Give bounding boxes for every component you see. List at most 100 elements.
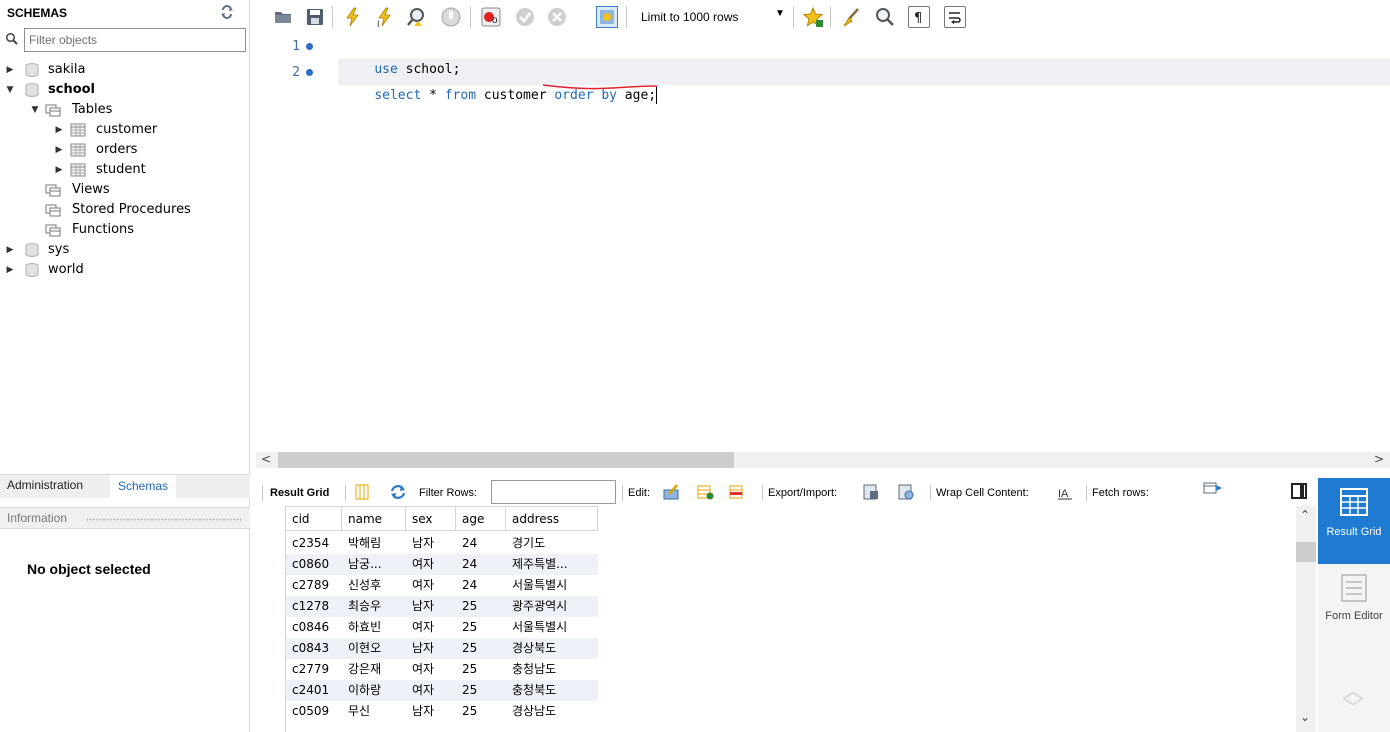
cell-age[interactable]: 25 bbox=[456, 596, 506, 617]
scroll-right-icon[interactable]: > bbox=[1374, 452, 1384, 466]
tree-item-customer[interactable]: ▶ customer bbox=[0, 120, 240, 140]
cell-cid[interactable]: c1278 bbox=[286, 596, 342, 617]
cell-name[interactable]: 이현오 bbox=[342, 638, 406, 659]
cell-cid[interactable]: c2354 bbox=[286, 533, 342, 554]
tree-item-world[interactable]: ▶ world bbox=[0, 260, 240, 280]
column-header-sex[interactable]: sex bbox=[406, 506, 456, 531]
cell-sex[interactable]: 남자 bbox=[406, 701, 456, 722]
cell-sex[interactable]: 여자 bbox=[406, 554, 456, 575]
filter-objects-input[interactable] bbox=[24, 28, 246, 52]
cell-address[interactable]: 제주특별... bbox=[506, 554, 598, 575]
cell-cid[interactable]: c0509 bbox=[286, 701, 342, 722]
table-row[interactable]: c2789 신성후 여자 24 서울특별시 bbox=[286, 575, 598, 596]
cell-sex[interactable]: 남자 bbox=[406, 638, 456, 659]
execute-icon[interactable] bbox=[342, 6, 364, 28]
explain-icon[interactable] bbox=[406, 6, 428, 28]
table-row[interactable]: c2779 강은재 여자 25 충청남도 bbox=[286, 659, 598, 680]
tree-item-stored-procedures[interactable]: Stored Procedures bbox=[0, 200, 240, 220]
wrap-cell-icon[interactable]: IA bbox=[1056, 483, 1074, 501]
save-icon[interactable] bbox=[304, 6, 326, 28]
expand-arrow-icon[interactable]: ▶ bbox=[54, 160, 64, 180]
expand-arrow-icon[interactable]: ▶ bbox=[5, 260, 15, 280]
cell-address[interactable]: 서울특별시 bbox=[506, 575, 598, 596]
export-icon[interactable] bbox=[862, 483, 880, 501]
expand-arrow-icon[interactable]: ▶ bbox=[5, 60, 15, 80]
code-line-2[interactable]: select * from customer order by age; bbox=[343, 60, 658, 104]
cell-name[interactable]: 강은재 bbox=[342, 659, 406, 680]
beautify-icon[interactable] bbox=[840, 6, 862, 28]
tree-item-school[interactable]: ▼ school bbox=[0, 80, 240, 100]
cell-age[interactable]: 24 bbox=[456, 575, 506, 596]
collapse-arrow-icon[interactable]: ▼ bbox=[30, 100, 40, 120]
cell-cid[interactable]: c0843 bbox=[286, 638, 342, 659]
result-grid[interactable]: cid name sex age address c2354 박해림 남자 24 경기도… bbox=[256, 506, 1296, 732]
cell-age[interactable]: 24 bbox=[456, 554, 506, 575]
open-file-icon[interactable] bbox=[272, 6, 294, 28]
cell-sex[interactable]: 여자 bbox=[406, 617, 456, 638]
panel-scroll-arrows-icon[interactable]: ︿ ﹀ bbox=[1338, 681, 1368, 727]
cell-sex[interactable]: 여자 bbox=[406, 659, 456, 680]
collapse-arrow-icon[interactable]: ▼ bbox=[5, 80, 15, 100]
toggle-error-icon[interactable]: o bbox=[480, 6, 502, 28]
cell-name[interactable]: 최승우 bbox=[342, 596, 406, 617]
form-editor-view-button[interactable]: Form Editor bbox=[1318, 564, 1390, 650]
cell-address[interactable]: 서울특별시 bbox=[506, 617, 598, 638]
tree-item-sys[interactable]: ▶ sys bbox=[0, 240, 240, 260]
cell-sex[interactable]: 여자 bbox=[406, 575, 456, 596]
wrap-lines-icon[interactable] bbox=[944, 6, 966, 28]
add-bookmark-icon[interactable] bbox=[802, 6, 824, 28]
expand-arrow-icon[interactable]: ▶ bbox=[54, 140, 64, 160]
edit-row-icon[interactable] bbox=[662, 483, 680, 501]
scroll-up-icon[interactable]: ⌃ bbox=[1300, 508, 1310, 522]
sql-editor[interactable]: 1 use school; 2 select * from customer o… bbox=[256, 34, 1390, 452]
cell-sex[interactable]: 남자 bbox=[406, 596, 456, 617]
table-row[interactable]: c0509 무신 남자 25 경상남도 bbox=[286, 701, 598, 722]
import-icon[interactable] bbox=[897, 483, 915, 501]
filter-rows-input[interactable] bbox=[491, 480, 616, 504]
cell-name[interactable]: 박해림 bbox=[342, 533, 406, 554]
cell-name[interactable]: 하효빈 bbox=[342, 617, 406, 638]
cell-address[interactable]: 광주광역시 bbox=[506, 596, 598, 617]
expand-arrow-icon[interactable]: ▶ bbox=[5, 240, 15, 260]
cell-name[interactable]: 이하랑 bbox=[342, 680, 406, 701]
toggle-side-panel-icon[interactable] bbox=[1291, 483, 1307, 499]
fetch-next-icon[interactable] bbox=[1202, 480, 1222, 498]
cell-name[interactable]: 남궁... bbox=[342, 554, 406, 575]
cell-age[interactable]: 25 bbox=[456, 617, 506, 638]
column-header-cid[interactable]: cid bbox=[286, 506, 342, 531]
cell-age[interactable]: 24 bbox=[456, 533, 506, 554]
cell-age[interactable]: 25 bbox=[456, 638, 506, 659]
table-row[interactable]: c2401 이하랑 여자 25 충청북도 bbox=[286, 680, 598, 701]
result-grid-view-button[interactable]: Result Grid bbox=[1318, 478, 1390, 564]
scrollbar-thumb[interactable] bbox=[278, 452, 734, 468]
scroll-left-icon[interactable]: < bbox=[261, 452, 271, 466]
refresh-results-icon[interactable] bbox=[389, 483, 407, 501]
cell-age[interactable]: 25 bbox=[456, 680, 506, 701]
cell-address[interactable]: 경상북도 bbox=[506, 638, 598, 659]
cell-address[interactable]: 충청북도 bbox=[506, 680, 598, 701]
column-header-name[interactable]: name bbox=[342, 506, 406, 531]
tab-schemas[interactable]: Schemas bbox=[110, 475, 177, 499]
cell-cid[interactable]: c0860 bbox=[286, 554, 342, 575]
tree-item-tables[interactable]: ▼ Tables bbox=[0, 100, 240, 120]
tree-item-sakila[interactable]: ▶ sakila bbox=[0, 60, 240, 80]
cell-address[interactable]: 경상남도 bbox=[506, 701, 598, 722]
code-line-1[interactable]: use school; bbox=[343, 34, 460, 77]
invisible-chars-icon[interactable]: ¶ bbox=[908, 6, 930, 28]
insert-row-icon[interactable] bbox=[696, 483, 714, 501]
splitter-grip[interactable] bbox=[86, 518, 242, 522]
tab-administration[interactable]: Administration bbox=[7, 478, 83, 492]
column-header-age[interactable]: age bbox=[456, 506, 506, 531]
scrollbar-thumb[interactable] bbox=[1296, 542, 1316, 562]
grid-vertical-scrollbar[interactable]: ⌃ ⌄ bbox=[1296, 506, 1316, 732]
cell-sex[interactable]: 남자 bbox=[406, 533, 456, 554]
tree-item-student[interactable]: ▶ student bbox=[0, 160, 240, 180]
tree-item-orders[interactable]: ▶ orders bbox=[0, 140, 240, 160]
grid-layout-icon[interactable] bbox=[353, 483, 371, 501]
delete-row-icon[interactable] bbox=[728, 483, 746, 501]
rollback-icon[interactable] bbox=[546, 6, 568, 28]
cell-sex[interactable]: 여자 bbox=[406, 680, 456, 701]
cell-cid[interactable]: c2789 bbox=[286, 575, 342, 596]
commit-icon[interactable] bbox=[514, 6, 536, 28]
expand-arrow-icon[interactable]: ▶ bbox=[54, 120, 64, 140]
